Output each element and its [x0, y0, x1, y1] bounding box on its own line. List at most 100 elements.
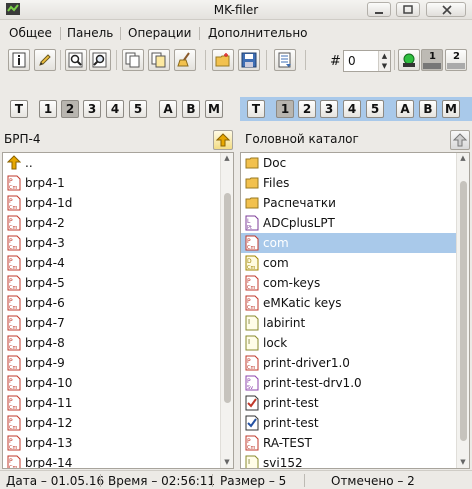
left-tab-m[interactable]: M [205, 100, 223, 118]
file-name: RA-TEST [263, 436, 312, 450]
right-tab-m[interactable]: M [442, 100, 460, 118]
counter-spinbox[interactable]: 0 ▲ ▼ [343, 50, 391, 72]
right-file-row[interactable]: Распечатки [241, 193, 469, 213]
copy-button[interactable] [122, 49, 144, 71]
left-tab-1[interactable]: 1 [39, 100, 57, 118]
left-file-row[interactable]: P Cm brp4-12 [3, 413, 233, 433]
right-file-row[interactable]: P Cm com [241, 233, 469, 253]
info-icon [12, 52, 26, 68]
left-file-row[interactable]: P Cm brp4-1 [3, 173, 233, 193]
file-name: brp4-4 [25, 256, 65, 270]
menu-additional[interactable]: Дополнительно [208, 26, 308, 40]
left-file-row[interactable]: P Cm brp4-4 [3, 253, 233, 273]
right-file-row[interactable]: L Pt ADCplusLPT [241, 213, 469, 233]
file-name: brp4-11 [25, 396, 73, 410]
right-file-row[interactable]: Files [241, 173, 469, 193]
left-up-button[interactable] [213, 130, 233, 150]
svg-text:P: P [9, 198, 13, 205]
svg-text:I: I [248, 458, 250, 466]
left-file-row[interactable]: P Cm brp4-14 [3, 453, 233, 468]
save-button[interactable] [238, 49, 260, 71]
left-file-row[interactable]: P Cm brp4-9 [3, 353, 233, 373]
left-file-row[interactable]: P Cm brp4-3 [3, 233, 233, 253]
left-file-row[interactable]: P Cm brp4-8 [3, 333, 233, 353]
right-file-row[interactable]: P Cm print-driver1.0 [241, 353, 469, 373]
left-file-row[interactable]: P Cm brp4-11 [3, 393, 233, 413]
com-file-icon: PCm [7, 435, 21, 451]
right-file-row[interactable]: P Cm com-keys [241, 273, 469, 293]
right-tab-a[interactable]: A [396, 100, 414, 118]
minimize-button[interactable] [367, 2, 391, 17]
right-file-row[interactable]: Isvi152 [241, 453, 469, 468]
right-tab-2[interactable]: 2 [298, 100, 316, 118]
right-tab-1[interactable]: 1 [276, 100, 294, 118]
right-file-row[interactable]: print-test [241, 413, 469, 433]
right-file-row[interactable]: D Cm com [241, 253, 469, 273]
left-tab-t[interactable]: T [10, 100, 28, 118]
right-file-row[interactable]: Doc [241, 153, 469, 173]
com-file-icon: PCm [7, 175, 21, 191]
right-tab-3[interactable]: 3 [320, 100, 338, 118]
scroll-thumb[interactable] [224, 193, 231, 403]
left-file-panel[interactable]: .. P Cm brp4-1 P Cm brp4-1d P Cm brp4-2 P Cm brp4-3 P… [2, 152, 234, 469]
spin-arrows[interactable]: ▲ ▼ [378, 51, 390, 71]
delete-button[interactable] [174, 49, 196, 71]
right-tab-b[interactable]: B [419, 100, 437, 118]
maximize-button[interactable] [396, 2, 420, 17]
svg-text:Cm: Cm [9, 325, 17, 331]
menu-panel[interactable]: Панель [67, 26, 113, 40]
info-button[interactable] [8, 49, 30, 71]
find-button[interactable] [89, 49, 111, 71]
left-tab-b[interactable]: B [182, 100, 200, 118]
left-tab-4[interactable]: 4 [106, 100, 124, 118]
file-name: eMKatic keys [263, 296, 342, 310]
right-file-row[interactable]: Ilabirint [241, 313, 469, 333]
menu-general[interactable]: Общее [9, 26, 52, 40]
right-up-button[interactable] [450, 130, 470, 150]
file-name: .. [25, 156, 33, 170]
status-light-button[interactable] [398, 49, 420, 71]
new-folder-icon [215, 53, 230, 67]
toolbar-separator [305, 50, 306, 70]
left-file-row[interactable]: P Cm brp4-7 [3, 313, 233, 333]
mode-2-button[interactable]: 2 [445, 49, 467, 71]
left-file-row[interactable]: .. [3, 153, 233, 173]
move-button[interactable] [148, 49, 170, 71]
right-file-row[interactable]: P Sv print-test-drv1.0 [241, 373, 469, 393]
mode-1-button[interactable]: 1 [421, 49, 443, 71]
scroll-down-arrow[interactable]: ▼ [457, 457, 469, 467]
right-scrollbar[interactable]: ▲ ▼ [456, 153, 469, 468]
left-scrollbar[interactable]: ▲ ▼ [220, 153, 233, 468]
left-tab-a[interactable]: A [159, 100, 177, 118]
right-file-row[interactable]: Ilock [241, 333, 469, 353]
right-file-row[interactable]: P Cm eMKatic keys [241, 293, 469, 313]
svg-text:Cm: Cm [247, 245, 255, 251]
scroll-down-arrow[interactable]: ▼ [221, 457, 233, 467]
properties-button[interactable] [274, 49, 296, 71]
left-tab-3[interactable]: 3 [83, 100, 101, 118]
right-tab-5[interactable]: 5 [366, 100, 384, 118]
close-button[interactable] [426, 2, 466, 17]
right-tab-4[interactable]: 4 [343, 100, 361, 118]
scroll-up-arrow[interactable]: ▲ [457, 153, 469, 163]
file-name: brp4-10 [25, 376, 73, 390]
scroll-up-arrow[interactable]: ▲ [221, 153, 233, 163]
left-file-row[interactable]: P Cm brp4-10 [3, 373, 233, 393]
left-file-row[interactable]: P Cm brp4-13 [3, 433, 233, 453]
left-file-row[interactable]: P Cm brp4-2 [3, 213, 233, 233]
scroll-thumb[interactable] [460, 181, 467, 441]
right-file-row[interactable]: print-test [241, 393, 469, 413]
left-file-row[interactable]: P Cm brp4-1d [3, 193, 233, 213]
new-folder-button[interactable] [212, 49, 234, 71]
right-tab-t[interactable]: T [247, 100, 265, 118]
left-file-row[interactable]: P Cm brp4-6 [3, 293, 233, 313]
right-file-row[interactable]: P Cm RA-TEST [241, 433, 469, 453]
edit-button[interactable] [34, 49, 56, 71]
left-tab-2[interactable]: 2 [61, 100, 79, 118]
left-file-row[interactable]: P Cm brp4-5 [3, 273, 233, 293]
view-button[interactable] [65, 49, 87, 71]
left-tab-5[interactable]: 5 [129, 100, 147, 118]
menu-operations[interactable]: Операции [128, 26, 191, 40]
right-file-panel[interactable]: Doc Files Распечатки L Pt ADCplusLPT P Cm com D Cm… [240, 152, 470, 469]
view-search-icon [68, 52, 83, 68]
